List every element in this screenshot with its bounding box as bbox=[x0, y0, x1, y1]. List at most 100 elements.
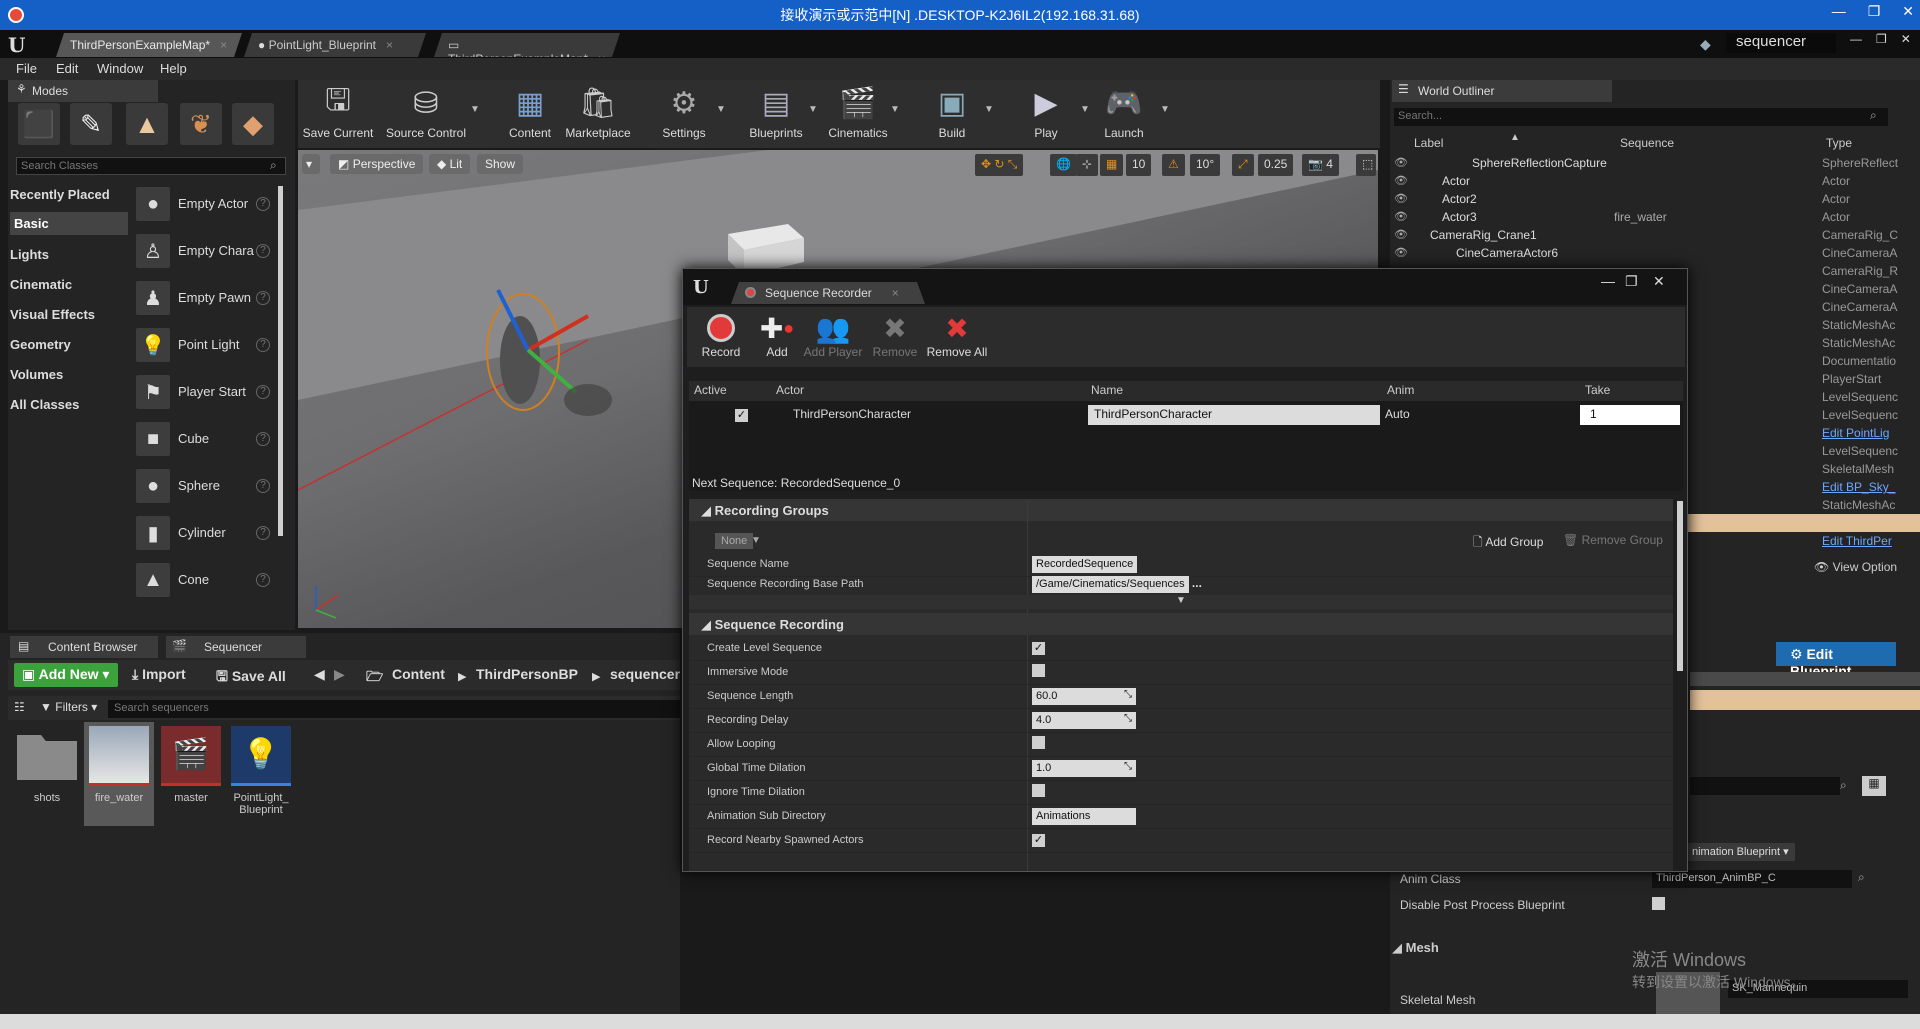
help-icon[interactable]: ? bbox=[256, 573, 270, 587]
place-sphere[interactable]: ● Sphere? bbox=[132, 465, 276, 509]
modes-tab[interactable]: Modes bbox=[8, 80, 158, 102]
place-empty-pawn[interactable]: ♟ Empty Pawn? bbox=[132, 277, 276, 321]
visibility-eye-icon[interactable]: 👁 bbox=[1394, 156, 1408, 169]
anim-class-dropdown[interactable]: ThirdPerson_AnimBP_C bbox=[1652, 870, 1852, 888]
property-checkbox[interactable] bbox=[1032, 736, 1045, 749]
breadcrumb-sequencer[interactable]: sequencer bbox=[610, 666, 680, 682]
sequence-recording-header[interactable]: ◢ Sequence Recording bbox=[689, 613, 1673, 635]
tab-world-outliner[interactable]: World Outliner bbox=[1392, 80, 1612, 102]
blueprints-button[interactable]: ▤ Blueprints bbox=[738, 84, 814, 141]
sources-toggle-icon[interactable]: ☷ bbox=[14, 700, 25, 714]
asset-master[interactable]: 🎬 master bbox=[156, 722, 226, 826]
show-button[interactable]: Show bbox=[477, 154, 524, 174]
foliage-mode-icon[interactable]: ❦ bbox=[180, 103, 222, 145]
viewport-menu-button[interactable]: ▾ bbox=[302, 154, 320, 174]
add-new-button[interactable]: ▣ Add New ▾ bbox=[14, 663, 118, 687]
name-input[interactable]: ThirdPersonCharacter bbox=[1088, 405, 1380, 425]
visibility-eye-icon[interactable]: 👁 bbox=[1394, 228, 1408, 241]
outliner-row[interactable]: 👁 Actor3 fire_water Actor bbox=[1390, 208, 1920, 226]
help-icon[interactable]: ? bbox=[256, 432, 270, 446]
record-button[interactable]: Record bbox=[689, 311, 753, 359]
help-icon[interactable]: ? bbox=[256, 197, 270, 211]
visibility-eye-icon[interactable]: 👁 bbox=[1394, 174, 1408, 187]
take-input[interactable]: 1 bbox=[1580, 405, 1680, 425]
menu-window[interactable]: Window bbox=[97, 61, 143, 76]
property-checkbox[interactable]: ✓ bbox=[1032, 834, 1045, 847]
close-icon[interactable]: ✕ bbox=[1902, 3, 1914, 20]
outliner-row[interactable]: 👁 Actor2 Actor bbox=[1390, 190, 1920, 208]
content-button[interactable]: ▦ Content bbox=[492, 84, 568, 141]
geometry-mode-icon[interactable]: ◆ bbox=[232, 103, 274, 145]
search-icon[interactable]: ⌕ bbox=[1858, 870, 1865, 885]
save-current-button[interactable]: 🖫 Save Current bbox=[300, 84, 376, 141]
property-text-input[interactable]: Animations bbox=[1032, 808, 1136, 825]
tab-sequencer[interactable]: Sequencer bbox=[166, 636, 306, 658]
tab-pointlight-blueprint[interactable]: ● PointLight_Blueprint × bbox=[244, 33, 426, 57]
category-all-classes[interactable]: All Classes bbox=[10, 397, 79, 412]
forward-button[interactable]: ▶ bbox=[334, 666, 345, 683]
chevron-down-icon[interactable]: ▼ bbox=[716, 104, 726, 115]
maximize-icon[interactable]: ❐ bbox=[1625, 273, 1638, 290]
minimize-icon[interactable]: — bbox=[1832, 3, 1846, 20]
place-cube[interactable]: ■ Cube? bbox=[132, 418, 276, 462]
chevron-down-icon[interactable]: ▼ bbox=[751, 535, 761, 546]
recording-groups-header[interactable]: ◢ Recording Groups bbox=[689, 499, 1673, 521]
property-checkbox[interactable]: ✓ bbox=[1032, 642, 1045, 655]
surface-snap-icon[interactable]: ⊹ bbox=[1076, 154, 1099, 176]
property-matrix-icon[interactable]: ▦ bbox=[1862, 776, 1886, 796]
category-cinematic[interactable]: Cinematic bbox=[10, 277, 72, 292]
expand-advanced-button[interactable]: ▼ bbox=[689, 595, 1673, 609]
category-lights[interactable]: Lights bbox=[10, 247, 49, 262]
column-type[interactable]: Type bbox=[1826, 136, 1852, 150]
outliner-search-input[interactable]: Search... bbox=[1394, 108, 1888, 126]
remove-group-button[interactable]: 🗑 Remove Group bbox=[1563, 533, 1663, 547]
details-search[interactable] bbox=[1690, 777, 1840, 795]
property-checkbox[interactable] bbox=[1032, 784, 1045, 797]
save-all-button[interactable]: 🖫 Save All bbox=[216, 666, 286, 690]
remove-all-button[interactable]: ✖ Remove All bbox=[913, 311, 1001, 360]
category-visual-effects[interactable]: Visual Effects bbox=[10, 307, 95, 322]
visibility-eye-icon[interactable]: 👁 bbox=[1394, 192, 1408, 205]
minimize-icon[interactable]: — bbox=[1850, 32, 1862, 46]
chevron-down-icon[interactable]: ▼ bbox=[470, 104, 480, 115]
scale-snap-icon[interactable]: ⤢ bbox=[1232, 154, 1254, 176]
place-player-start[interactable]: ⚑ Player Start? bbox=[132, 371, 276, 415]
category-geometry[interactable]: Geometry bbox=[10, 337, 71, 352]
place-point-light[interactable]: 💡 Point Light? bbox=[132, 324, 276, 368]
browse-path-button[interactable]: ... bbox=[1192, 576, 1202, 590]
column-label[interactable]: Label bbox=[1414, 136, 1443, 150]
rotation-snap-icon[interactable]: ⚠ bbox=[1162, 154, 1185, 176]
close-tab-icon[interactable]: × bbox=[892, 286, 899, 300]
column-sequence[interactable]: Sequence bbox=[1620, 136, 1674, 150]
row-type[interactable]: Edit BP_Sky_ bbox=[1822, 480, 1918, 494]
search-classes-input[interactable]: Search Classes bbox=[16, 157, 286, 175]
chevron-down-icon[interactable]: ▼ bbox=[808, 104, 818, 115]
restore-icon[interactable]: ❐ bbox=[1876, 32, 1887, 46]
translate-tool-icon[interactable]: ✥ ↻ ⤡ bbox=[975, 154, 1024, 176]
sequence-name-input[interactable]: RecordedSequence bbox=[1032, 556, 1138, 573]
help-icon[interactable]: ? bbox=[256, 479, 270, 493]
chevron-down-icon[interactable]: ▼ bbox=[984, 104, 994, 115]
property-number-input[interactable]: 60.0 ⤡ bbox=[1032, 688, 1136, 705]
marketplace-button[interactable]: 🛍 Marketplace bbox=[560, 84, 636, 141]
maximize-viewport-icon[interactable]: ⬚ bbox=[1356, 154, 1376, 176]
menu-help[interactable]: Help bbox=[160, 61, 187, 76]
asset-pointlight-blueprint[interactable]: 💡 PointLight_ Blueprint bbox=[226, 722, 296, 826]
modes-scrollbar[interactable] bbox=[278, 186, 283, 536]
row-type[interactable]: Edit PointLig bbox=[1822, 426, 1918, 440]
tab-map[interactable]: ThirdPersonExampleMap* × bbox=[56, 33, 242, 57]
filters-button[interactable]: ▼ Filters ▾ bbox=[40, 700, 97, 714]
breadcrumb-content[interactable]: Content bbox=[392, 666, 445, 682]
cinematics-button[interactable]: 🎬 Cinematics bbox=[820, 84, 896, 141]
source-control-button[interactable]: ⛁ Source Control bbox=[384, 84, 468, 141]
outliner-row[interactable]: 👁 CineCameraActor6 CineCameraA bbox=[1390, 244, 1920, 262]
column-active[interactable]: Active bbox=[694, 383, 727, 397]
visibility-eye-icon[interactable]: 👁 bbox=[1394, 246, 1408, 259]
visibility-eye-icon[interactable]: 👁 bbox=[1394, 210, 1408, 223]
outliner-row[interactable]: 👁 CameraRig_Crane1 CameraRig_C bbox=[1390, 226, 1920, 244]
import-button[interactable]: ⤓ Import bbox=[132, 666, 186, 683]
tab-map-2[interactable]: ▭ ThirdPersonExampleMap*× bbox=[434, 33, 620, 57]
restore-icon[interactable]: ❐ bbox=[1868, 3, 1881, 20]
close-icon[interactable]: ✕ bbox=[1901, 32, 1911, 46]
camera-speed-button[interactable]: 📷 4 bbox=[1302, 154, 1339, 176]
